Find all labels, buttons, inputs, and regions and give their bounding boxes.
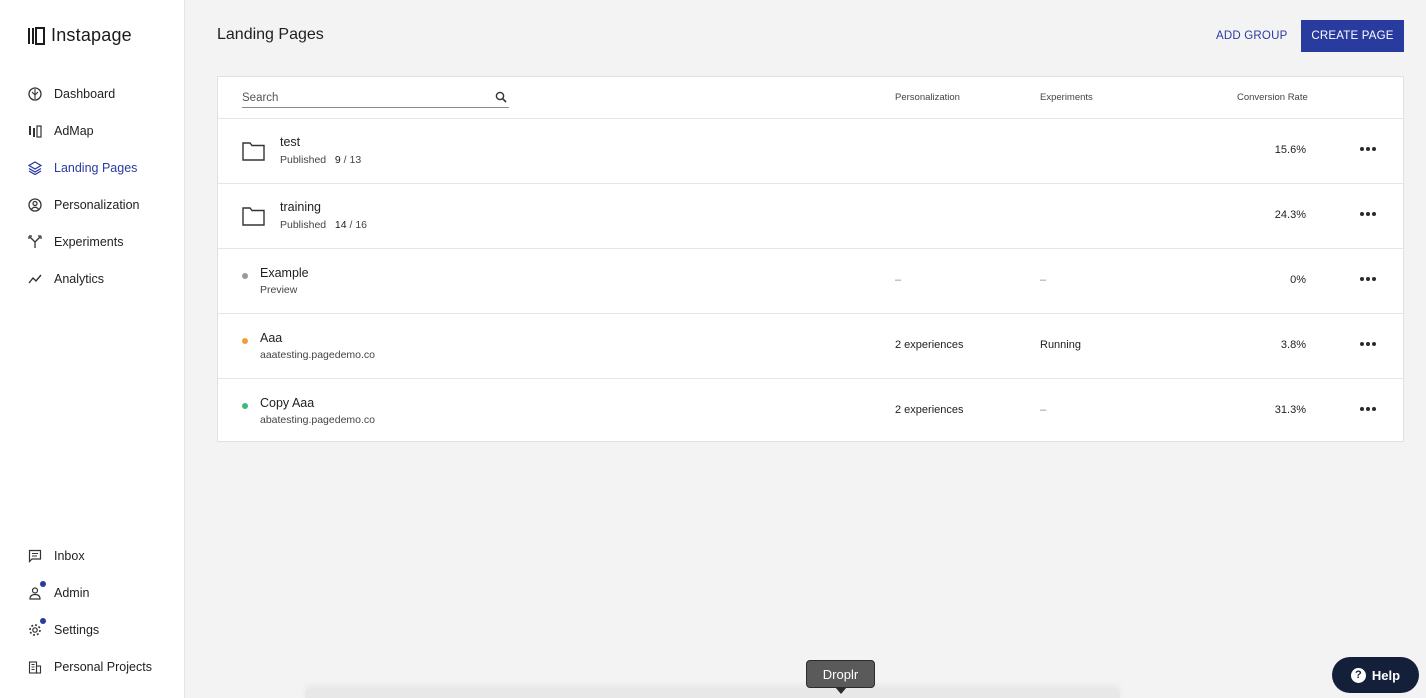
sidebar-item-label: AdMap	[54, 123, 94, 138]
sidebar-item-inbox[interactable]: Inbox	[0, 537, 185, 574]
sidebar-item-landing-pages[interactable]: Landing Pages	[0, 149, 185, 186]
search-field[interactable]	[242, 88, 509, 108]
question-mark-icon: ?	[1350, 667, 1366, 683]
notification-dot	[40, 618, 46, 624]
more-options-button[interactable]	[1360, 275, 1378, 283]
sidebar-item-personal-projects[interactable]: Personal Projects	[0, 648, 185, 685]
search-icon[interactable]	[495, 91, 507, 103]
conversion-rate: 31.3%	[1274, 404, 1306, 416]
personalization-value[interactable]: 2 experiences	[895, 404, 964, 416]
group-status: Published 9 / 13	[280, 154, 361, 166]
page-title: Landing Pages	[217, 26, 324, 43]
sidebar-item-personalization[interactable]: Personalization	[0, 186, 185, 223]
admin-icon	[27, 581, 46, 600]
table-row-page[interactable]: Aaa aaatesting.pagedemo.co 2 experiences…	[218, 314, 1403, 379]
table-row-group[interactable]: test Published 9 / 13 15.6%	[218, 119, 1403, 184]
sidebar-item-label: Experiments	[54, 234, 124, 249]
sidebar-item-label: Landing Pages	[54, 160, 138, 175]
page-url: abatesting.pagedemo.co	[260, 414, 376, 426]
total-count: / 16	[349, 219, 368, 231]
status-label: Published	[280, 219, 327, 231]
group-name[interactable]: test	[280, 135, 300, 149]
app-logo[interactable]: Instapage	[27, 25, 132, 46]
trend-line-icon	[27, 271, 42, 286]
more-options-button[interactable]	[1360, 210, 1378, 218]
sidebar-item-settings[interactable]: Settings	[0, 611, 185, 648]
sidebar-item-label: Inbox	[54, 548, 85, 563]
sidebar-item-label: Personal Projects	[54, 659, 152, 674]
conversion-rate: 24.3%	[1274, 209, 1306, 221]
status-dot	[242, 403, 248, 409]
conversion-rate: 0%	[1290, 274, 1306, 286]
sidebar-item-label: Settings	[54, 622, 100, 637]
experiments-value: –	[1040, 274, 1047, 286]
gear-icon	[27, 618, 46, 637]
column-header-experiments[interactable]: Experiments	[1040, 92, 1093, 103]
inbox-icon	[27, 548, 42, 563]
droplr-tooltip: Droplr	[806, 660, 875, 694]
search-input[interactable]	[242, 91, 482, 104]
column-header-conversion-rate[interactable]: Conversion Rate	[1237, 92, 1308, 103]
table-row-group[interactable]: training Published 14 / 16 24.3%	[218, 184, 1403, 249]
building-icon	[27, 659, 42, 674]
page-url: Preview	[260, 284, 298, 296]
sidebar-item-label: Personalization	[54, 197, 140, 212]
status-label: Published	[280, 154, 327, 166]
published-count: 14	[334, 219, 347, 231]
table-row-page[interactable]: Example Preview – – 0%	[218, 249, 1403, 314]
more-options-button[interactable]	[1360, 145, 1378, 153]
column-header-personalization[interactable]: Personalization	[895, 92, 960, 103]
add-group-button[interactable]: ADD GROUP	[1210, 22, 1293, 50]
droplr-dock-bar[interactable]	[305, 688, 1120, 698]
admap-icon	[27, 123, 42, 138]
dashboard-icon	[27, 86, 42, 101]
split-arrow-icon	[27, 234, 42, 249]
table-header: Personalization Experiments Conversion R…	[218, 77, 1403, 119]
page-name[interactable]: Aaa	[260, 331, 282, 345]
conversion-rate: 3.8%	[1280, 339, 1306, 351]
sidebar-item-admap[interactable]: AdMap	[0, 112, 185, 149]
group-name[interactable]: training	[280, 200, 321, 214]
person-circle-icon	[27, 197, 42, 212]
page-name[interactable]: Copy Aaa	[260, 396, 314, 410]
table-row-page[interactable]: Copy Aaa abatesting.pagedemo.co 2 experi…	[218, 379, 1403, 444]
more-options-button[interactable]	[1360, 405, 1378, 413]
sidebar-item-label: Dashboard	[54, 86, 116, 101]
landing-pages-table: Personalization Experiments Conversion R…	[217, 76, 1404, 442]
status-dot	[242, 273, 248, 279]
experiments-value: –	[1040, 404, 1047, 416]
personalization-value: –	[895, 274, 902, 286]
sidebar-item-label: Admin	[54, 585, 90, 600]
total-count: / 13	[343, 154, 362, 166]
page-name[interactable]: Example	[260, 266, 309, 280]
layers-icon	[27, 160, 42, 175]
sidebar-item-admin[interactable]: Admin	[0, 574, 185, 611]
app-name: Instapage	[51, 25, 132, 45]
sidebar-item-analytics[interactable]: Analytics	[0, 260, 185, 297]
sidebar: Instapage Dashboard AdMap Landing Pages …	[0, 0, 185, 698]
personalization-value[interactable]: 2 experiences	[895, 339, 964, 351]
sidebar-nav-bottom: Inbox Admin Settings Personal Projects	[0, 537, 185, 685]
sidebar-item-dashboard[interactable]: Dashboard	[0, 75, 185, 112]
sidebar-item-experiments[interactable]: Experiments	[0, 223, 185, 260]
notification-dot	[40, 581, 46, 587]
published-count: 9	[334, 154, 341, 166]
create-page-button[interactable]: CREATE PAGE	[1301, 20, 1404, 52]
conversion-rate: 15.6%	[1274, 144, 1306, 156]
status-dot	[242, 338, 248, 344]
instapage-logo-icon	[28, 26, 45, 45]
page-url: aaatesting.pagedemo.co	[260, 349, 376, 361]
experiments-value[interactable]: Running	[1040, 339, 1081, 351]
folder-icon	[242, 142, 265, 161]
group-status: Published 14 / 16	[280, 219, 367, 231]
sidebar-item-label: Analytics	[54, 271, 105, 286]
sidebar-nav-top: Dashboard AdMap Landing Pages Personaliz…	[0, 75, 185, 297]
help-label: Help	[1371, 667, 1401, 683]
folder-icon	[242, 207, 265, 226]
more-options-button[interactable]	[1360, 340, 1378, 348]
help-button[interactable]: ? Help	[1332, 657, 1419, 693]
